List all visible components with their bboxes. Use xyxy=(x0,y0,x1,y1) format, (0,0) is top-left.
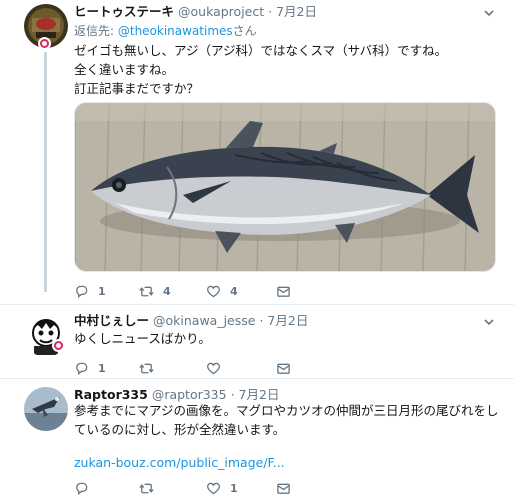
tweet-2[interactable]: 中村じぇしー @okinawa_jesse · 7月2日 ゆくしニュースばかり。… xyxy=(0,305,514,375)
tweet-text-line: 参考までにマアジの画像を。マグロやカツオの仲間が三日月形の尾びれをし xyxy=(74,403,499,418)
reply-icon xyxy=(76,285,88,298)
dm-button[interactable] xyxy=(276,360,291,376)
tweet-text: 参考までにマアジの画像を。マグロやカツオの仲間が三日月形の尾びれをし ているのに… xyxy=(74,401,499,439)
tweet-text: ゼイゴも無いし、アジ（アジ科）ではなくスマ（サバ科）ですね。 全く違いますね。 … xyxy=(74,41,447,98)
verified-badge-icon xyxy=(38,37,51,50)
reply-handle-link[interactable]: @theokinawatimes xyxy=(118,24,233,38)
tweet-text-line: ゼイゴも無いし、アジ（アジ科）ではなくスマ（サバ科）ですね。 xyxy=(74,43,448,58)
tweet-3[interactable]: Raptor335 @raptor335 · 7月2日 参考までにマアジの画像を… xyxy=(0,379,514,504)
dm-button[interactable] xyxy=(276,283,291,299)
separator-dot: · xyxy=(259,313,264,328)
username[interactable]: @oukaproject xyxy=(178,4,264,19)
retweet-button[interactable] xyxy=(139,480,163,496)
timestamp[interactable]: 7月2日 xyxy=(267,313,308,328)
reply-context: 返信先: @theokinawatimesさん xyxy=(74,23,257,39)
like-button[interactable]: 1 xyxy=(206,480,238,496)
like-button[interactable]: 4 xyxy=(206,283,238,299)
tweet-1[interactable]: ヒートゥステーキ @oukaproject · 7月2日 返信先: @theok… xyxy=(0,0,514,303)
heart-icon xyxy=(207,482,220,494)
reply-icon xyxy=(76,362,88,375)
action-bar: 1 xyxy=(74,360,494,376)
separator-dot: · xyxy=(268,4,273,19)
reply-suffix: さん xyxy=(232,24,257,38)
verified-badge-icon xyxy=(52,339,65,352)
dm-button[interactable] xyxy=(276,480,291,496)
retweet-icon xyxy=(139,286,154,296)
action-bar: 1 4 4 xyxy=(74,283,494,299)
display-name[interactable]: Raptor335 xyxy=(74,387,148,402)
separator-dot: · xyxy=(230,387,235,402)
tweet-text: ゆくしニュースばかり。 xyxy=(74,329,211,348)
reply-count: 1 xyxy=(98,361,106,375)
tweet-link[interactable]: zukan-bouz.com/public_image/F... xyxy=(74,453,285,472)
envelope-icon xyxy=(277,286,290,297)
action-bar: 1 xyxy=(74,480,494,496)
display-name[interactable]: ヒートゥステーキ xyxy=(74,4,174,19)
like-count: 4 xyxy=(230,284,238,298)
link-url[interactable]: zukan-bouz.com/public_image/F... xyxy=(74,453,285,472)
envelope-icon xyxy=(277,363,290,374)
avatar[interactable] xyxy=(24,387,68,431)
heart-icon xyxy=(207,362,220,374)
username[interactable]: @raptor335 xyxy=(152,387,227,402)
display-name[interactable]: 中村じぇしー xyxy=(74,313,149,328)
tweet-text-line: ているのに対し、形が全然違います。 xyxy=(74,422,286,437)
like-count: 1 xyxy=(230,481,238,495)
reply-button[interactable]: 1 xyxy=(74,360,106,376)
tweet-photo[interactable] xyxy=(74,102,496,272)
reply-prefix: 返信先: xyxy=(74,24,118,38)
reply-button[interactable] xyxy=(74,480,98,496)
retweet-button[interactable]: 4 xyxy=(139,283,171,299)
chevron-down-icon[interactable] xyxy=(482,315,496,329)
tweet-text-line: 訂正記事まだですか？ xyxy=(74,81,200,96)
chevron-down-icon[interactable] xyxy=(482,6,496,20)
retweet-count: 4 xyxy=(163,284,171,298)
tweet-header: ヒートゥステーキ @oukaproject · 7月2日 xyxy=(74,4,317,20)
timestamp[interactable]: 7月2日 xyxy=(276,4,317,19)
envelope-icon xyxy=(277,483,290,494)
reply-button[interactable]: 1 xyxy=(74,283,106,299)
retweet-icon xyxy=(139,363,154,373)
retweet-icon xyxy=(139,483,154,493)
tweet-text-line: ゆくしニュースばかり。 xyxy=(74,331,211,346)
retweet-button[interactable] xyxy=(139,360,163,376)
username[interactable]: @okinawa_jesse xyxy=(153,313,255,328)
reply-count: 1 xyxy=(98,284,106,298)
timestamp[interactable]: 7月2日 xyxy=(239,387,280,402)
like-button[interactable] xyxy=(206,360,230,376)
reply-icon xyxy=(76,482,88,495)
heart-icon xyxy=(207,285,220,297)
tweet-header: 中村じぇしー @okinawa_jesse · 7月2日 xyxy=(74,313,308,329)
tweet-text-line: 全く違いますね。 xyxy=(74,62,175,77)
thread-line xyxy=(44,52,47,292)
